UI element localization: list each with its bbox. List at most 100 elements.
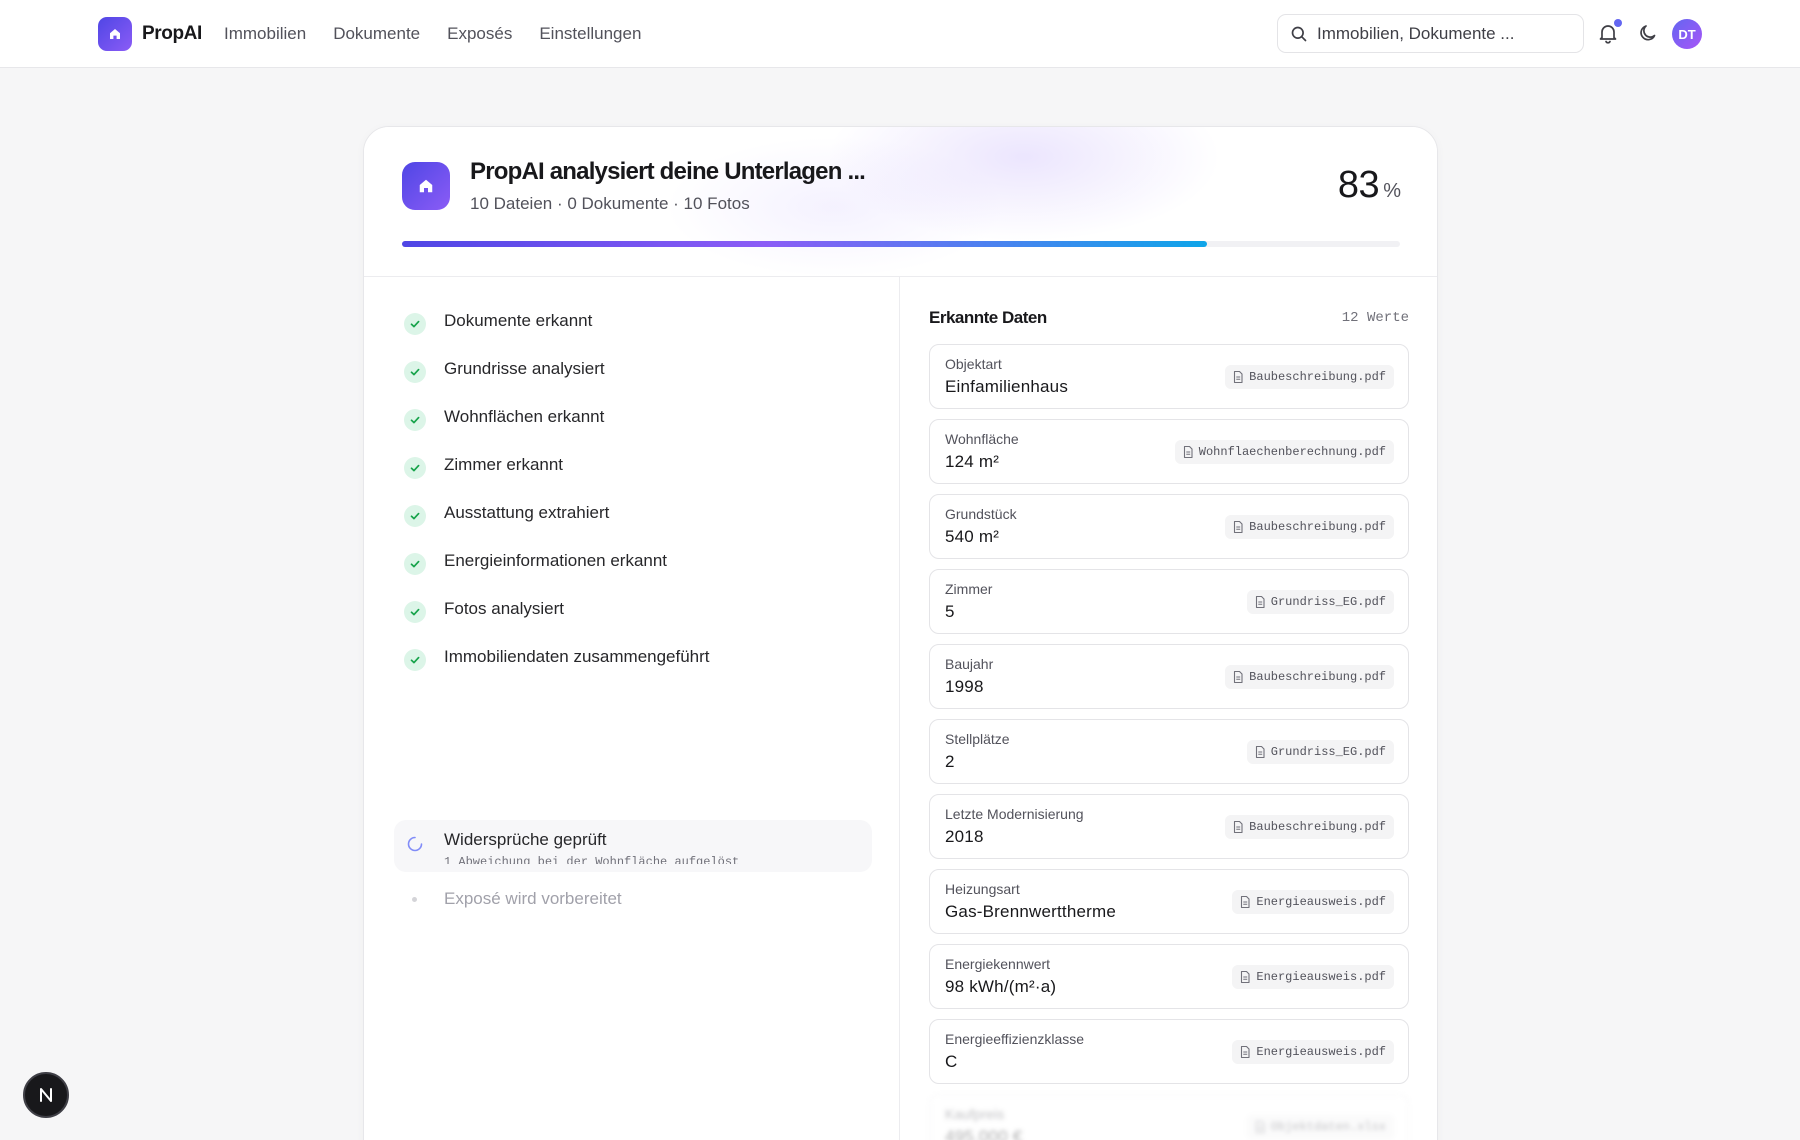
source-filename: Energieausweis.pdf (1256, 1045, 1386, 1059)
check-icon (404, 553, 426, 575)
data-row-loading: Kaufpreis 495.000 € Objektdaten.xlsx (929, 1094, 1409, 1140)
file-icon (1183, 445, 1193, 459)
check-icon (404, 457, 426, 479)
data-value: C (945, 1052, 958, 1071)
nav-link-immobilien[interactable]: Immobilien (224, 22, 306, 46)
analysis-card: PropAI analysiert deine Unterlagen ... 1… (363, 126, 1438, 1140)
data-key: Heizungsart (945, 881, 1020, 897)
step-label: Immobiliendaten zusammengeführt (444, 647, 710, 666)
source-filename: Baubeschreibung.pdf (1249, 670, 1386, 684)
panel-divider (899, 277, 900, 1140)
data-value: Gas-Brennwerttherme (945, 902, 1117, 921)
progress-bar-fill (402, 241, 1208, 247)
moon-icon[interactable] (1637, 22, 1659, 44)
data-value: 2018 (945, 827, 984, 846)
dev-tools-button[interactable] (23, 1072, 69, 1118)
file-icon (1234, 370, 1243, 384)
step-label: Widersprüche geprüft (444, 830, 607, 849)
data-row: Grundstück 540 m² Baubeschreibung.pdf (929, 494, 1409, 559)
brand[interactable]: PropAI (98, 17, 202, 51)
data-row: Energiekennwert 98 kWh/(m²·a) Energieaus… (929, 944, 1409, 1009)
step-item: Immobiliendaten zusammengeführt (394, 632, 872, 684)
data-value: 2 (945, 752, 955, 771)
data-key: Kaufpreis (945, 1106, 1005, 1122)
data-row: Heizungsart Gas-Brennwerttherme Energiea… (929, 869, 1409, 934)
brand-name: PropAI (142, 23, 202, 44)
progress-bar (402, 241, 1400, 247)
data-key: Energieeffizienzklasse (945, 1031, 1085, 1047)
check-icon (404, 649, 426, 671)
data-key: Wohnfläche (945, 431, 1019, 447)
source-chip[interactable]: Baubeschreibung.pdf (1225, 365, 1394, 389)
data-key: Zimmer (945, 581, 993, 597)
source-chip[interactable]: Energieausweis.pdf (1232, 1040, 1394, 1064)
data-value: 98 kWh/(m²·a) (945, 977, 1057, 996)
source-chip[interactable]: Wohnflaechenberechnung.pdf (1174, 440, 1394, 464)
source-chip[interactable]: Grundriss_EG.pdf (1246, 740, 1394, 764)
user-avatar[interactable]: DT (1672, 19, 1702, 49)
data-value: 1998 (945, 677, 984, 696)
data-value: Einfamilienhaus (945, 377, 1069, 396)
file-icon (1234, 670, 1243, 684)
nav-link-dokumente[interactable]: Dokumente (333, 22, 420, 46)
step-item: Wohnflächen erkannt (394, 392, 872, 444)
step-label: Wohnflächen erkannt (444, 407, 605, 426)
source-chip[interactable]: Baubeschreibung.pdf (1225, 515, 1394, 539)
source-chip[interactable]: Baubeschreibung.pdf (1225, 665, 1394, 689)
file-icon (1255, 745, 1265, 759)
top-navbar: PropAI Immobilien Dokumente Exposés Eins… (0, 0, 1800, 68)
source-chip[interactable]: Energieausweis.pdf (1232, 890, 1394, 914)
house-logo-icon (98, 17, 132, 51)
next-logo-icon (40, 1088, 52, 1102)
step-item: Fotos analysiert (394, 584, 872, 636)
source-chip[interactable]: Energieausweis.pdf (1232, 965, 1394, 989)
main-nav: Immobilien Dokumente Exposés Einstellung… (224, 22, 668, 46)
check-icon (404, 505, 426, 527)
step-item: Dokumente erkannt (394, 296, 872, 348)
step-item-active: Widersprüche geprüft 1 Abweichung bei de… (394, 820, 872, 872)
progress-percent-value: 83 (1337, 164, 1380, 206)
data-row: Wohnfläche 124 m² Wohnflaechenberechnung… (929, 419, 1409, 484)
nav-link-einstellungen[interactable]: Einstellungen (539, 22, 641, 46)
data-value: 495.000 € (945, 1127, 1023, 1140)
data-row: Stellplätze 2 Grundriss_EG.pdf (929, 719, 1409, 784)
check-icon (404, 601, 426, 623)
check-icon (404, 361, 426, 383)
file-icon (1241, 1045, 1250, 1059)
data-count: 12 Werte (1341, 310, 1409, 326)
data-value: 540 m² (945, 527, 1000, 546)
data-row: Letzte Modernisierung 2018 Baubeschreibu… (929, 794, 1409, 859)
source-filename: Grundriss_EG.pdf (1270, 745, 1386, 759)
data-key: Stellplätze (945, 731, 1010, 747)
step-label: Ausstattung extrahiert (444, 503, 610, 522)
data-value: 124 m² (945, 452, 1000, 471)
data-panel-title: Erkannte Daten (929, 308, 1047, 327)
step-item-pending: Exposé wird vorbereitet (394, 874, 872, 926)
source-filename: Wohnflaechenberechnung.pdf (1198, 445, 1386, 459)
nav-link-exposes[interactable]: Exposés (447, 22, 512, 46)
data-row: Baujahr 1998 Baubeschreibung.pdf (929, 644, 1409, 709)
step-label: Fotos analysiert (444, 599, 564, 618)
search-input[interactable] (1317, 23, 1567, 44)
search-box[interactable] (1277, 14, 1584, 53)
progress-percent: 83 % (1338, 164, 1401, 207)
source-filename: Grundriss_EG.pdf (1270, 595, 1386, 609)
pending-dot (412, 897, 417, 902)
progress-percent-sign: % (1383, 180, 1401, 202)
step-item: Grundrisse analysiert (394, 344, 872, 396)
source-filename: Objektdaten.xlsx (1270, 1120, 1386, 1134)
data-value: 5 (945, 602, 955, 621)
check-icon (404, 313, 426, 335)
analysis-subtitle: 10 Dateien · 0 Dokumente · 10 Fotos (470, 194, 750, 213)
source-filename: Baubeschreibung.pdf (1249, 520, 1386, 534)
file-icon (1255, 1120, 1265, 1134)
source-chip[interactable]: Grundriss_EG.pdf (1246, 590, 1394, 614)
source-chip[interactable]: Baubeschreibung.pdf (1225, 815, 1394, 839)
search-icon (1291, 26, 1307, 41)
step-label: Exposé wird vorbereitet (444, 889, 622, 908)
house-logo-icon (402, 162, 450, 210)
step-detail: 1 Abweichung bei der Wohnfläche aufgelös… (444, 855, 740, 864)
source-chip: Objektdaten.xlsx (1246, 1115, 1394, 1139)
data-key: Baujahr (945, 656, 994, 672)
analysis-title: PropAI analysiert deine Unterlagen ... (470, 158, 866, 185)
